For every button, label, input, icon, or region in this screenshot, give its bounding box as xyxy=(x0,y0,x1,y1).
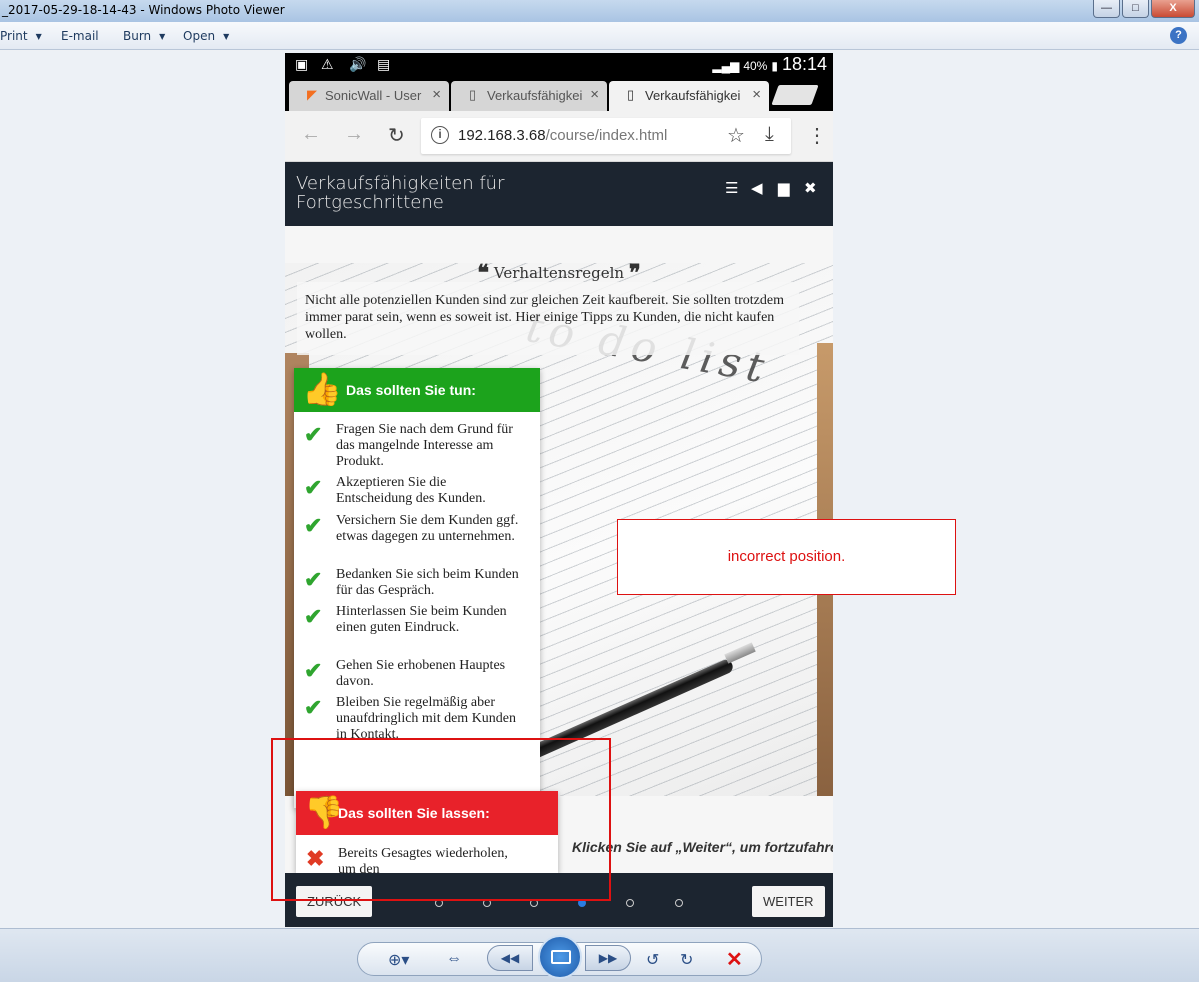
thumbs-up-icon: 👍 xyxy=(302,371,342,407)
list-item-text: Hinterlassen Sie beim Kunden einen guten… xyxy=(336,604,507,635)
tab-sonicwall[interactable]: ◤ SonicWall - User × xyxy=(289,81,449,111)
tab-verkauf-2[interactable]: ▯ Verkaufsfähigkei × xyxy=(609,81,769,111)
forward-arrow-icon[interactable]: → xyxy=(344,123,364,146)
checkmark-icon: ✔ xyxy=(304,567,323,592)
download-icon[interactable]: ⤓ xyxy=(765,123,774,146)
slideshow-button[interactable] xyxy=(538,935,582,979)
battery-level: 40% xyxy=(743,59,768,73)
window-title-bar: _2017-05-29-18-14-43 - Windows Photo Vie… xyxy=(0,0,1199,22)
course-header: Verkaufsfähigkeiten für Fortgeschrittene… xyxy=(285,162,833,226)
checkmark-icon: ✔ xyxy=(304,604,323,629)
maximize-button[interactable]: □ xyxy=(1122,0,1149,18)
print-menu-label: Print xyxy=(0,29,28,43)
list-item-text: Akzeptieren Sie die Entscheidung des Kun… xyxy=(336,475,486,506)
print-menu[interactable]: Print ▼ xyxy=(0,29,42,43)
slide-title-text: Verhaltensregeln xyxy=(493,264,625,282)
overflow-menu-icon[interactable]: ⋮ xyxy=(807,123,827,148)
page-icon: ▯ xyxy=(627,87,635,102)
pen-tip-image xyxy=(724,642,756,664)
checkmark-icon: ✔ xyxy=(304,475,323,500)
rotate-right-icon[interactable]: ↻ xyxy=(680,950,693,970)
url-text: 192.168.3.68/course/index.html xyxy=(458,127,667,144)
page-icon: ▯ xyxy=(469,87,477,102)
burn-menu-label: Burn xyxy=(123,29,152,43)
menu-list-icon[interactable]: ☰ xyxy=(725,179,738,197)
browser-tabs: ◤ SonicWall - User × ▯ Verkaufsfähigkei … xyxy=(285,75,833,111)
sonicwall-favicon: ◤ xyxy=(307,87,317,102)
warning-icon: ⚠ xyxy=(321,56,334,72)
window-controls: — □ X xyxy=(1093,0,1195,18)
progress-dot[interactable] xyxy=(675,899,683,907)
continue-hint: Klicken Sie auf „Weiter“, um fortzufahre… xyxy=(572,839,833,855)
menu-bar: Print ▼ E-mail Burn ▼ Open ▼ ? xyxy=(0,22,1199,50)
new-tab-button[interactable] xyxy=(771,85,819,105)
do-list-title: Das sollten Sie tun: xyxy=(346,382,476,398)
progress-dot[interactable] xyxy=(626,899,634,907)
android-status-bar: ▣ ⚠ 🔊 ▤ ▂▄▆ 40% ▮ 18:14 xyxy=(285,53,833,75)
help-icon[interactable]: ? xyxy=(1170,27,1187,44)
viewer-toolbar: ⊕▾ ⇔ ↺ ↻ ◀◀ ▶▶ ✕ xyxy=(0,928,1199,982)
close-icon[interactable]: × xyxy=(590,86,599,103)
open-menu-label: Open xyxy=(183,29,216,43)
annotation-highlight-frame xyxy=(271,738,611,901)
back-arrow-icon[interactable]: ← xyxy=(301,123,321,146)
burn-menu[interactable]: Burn ▼ xyxy=(123,29,165,43)
address-bar: ← → ↻ i 192.168.3.68/course/index.html ☆… xyxy=(285,111,833,162)
chevron-down-icon: ▼ xyxy=(35,32,42,41)
list-item-text: Fragen Sie nach dem Grund für das mangel… xyxy=(336,422,513,469)
email-menu-label: E-mail xyxy=(61,29,99,43)
list-item-text: Versichern Sie dem Kunden ggf. etwas dag… xyxy=(336,513,519,544)
window-title: _2017-05-29-18-14-43 - Windows Photo Vie… xyxy=(2,3,285,17)
actual-size-icon[interactable]: ⇔ xyxy=(446,950,462,968)
delete-icon[interactable]: ✕ xyxy=(726,947,743,972)
gallery-icon: ▣ xyxy=(295,56,309,72)
star-icon[interactable]: ☆ xyxy=(727,123,745,148)
reload-icon[interactable]: ↻ xyxy=(388,123,405,148)
intro-box: Nicht alle potenziellen Kunden sind zur … xyxy=(297,282,799,355)
list-item-text: Gehen Sie erhobenen Hauptes davon. xyxy=(336,658,506,689)
annotation-callout: incorrect position. xyxy=(617,519,956,595)
checkmark-icon: ✔ xyxy=(304,695,323,720)
minimize-button[interactable]: — xyxy=(1093,0,1120,18)
info-icon[interactable]: i xyxy=(431,126,449,144)
url-field[interactable]: i 192.168.3.68/course/index.html ☆ ⤓ xyxy=(421,118,791,154)
checkmark-icon: ✔ xyxy=(304,658,323,683)
do-list-header: 👍 Das sollten Sie tun: xyxy=(294,368,540,412)
no-sim-icon: ▤ xyxy=(377,56,391,72)
list-item-text: Bleiben Sie regelmäßig aber unaufdringli… xyxy=(336,695,517,742)
tab-label: Verkaufsfähigkei xyxy=(487,88,583,103)
clock: 18:14 xyxy=(781,54,827,74)
signal-icon: ▂▄▆ xyxy=(712,59,740,73)
checkmark-icon: ✔ xyxy=(304,513,323,538)
chevron-down-icon: ▼ xyxy=(159,32,166,41)
audio-icon[interactable]: ◀ xyxy=(751,179,763,197)
next-image-button[interactable]: ▶▶ xyxy=(585,945,631,971)
close-course-icon[interactable]: ✖ xyxy=(804,179,817,197)
tab-label: Verkaufsfähigkei xyxy=(645,88,741,103)
chevron-down-icon: ▼ xyxy=(223,32,230,41)
next-button[interactable]: WEITER xyxy=(752,886,825,917)
rotate-left-icon[interactable]: ↺ xyxy=(646,950,659,970)
tab-verkauf-1[interactable]: ▯ Verkaufsfähigkei × xyxy=(451,81,607,111)
previous-image-button[interactable]: ◀◀ xyxy=(487,945,533,971)
close-window-button[interactable]: X xyxy=(1151,0,1195,18)
email-menu[interactable]: E-mail xyxy=(61,29,99,43)
tab-label: SonicWall - User xyxy=(325,88,422,103)
course-title: Verkaufsfähigkeiten für Fortgeschrittene xyxy=(296,173,505,213)
list-item-text: Bedanken Sie sich beim Kunden für das Ge… xyxy=(336,567,519,598)
intro-text: Nicht alle potenziellen Kunden sind zur … xyxy=(305,293,784,342)
status-right: ▂▄▆ 40% ▮ 18:14 xyxy=(712,54,827,75)
close-icon[interactable]: × xyxy=(432,86,441,103)
annotation-text: incorrect position. xyxy=(727,548,846,565)
url-host: 192.168.3.68 xyxy=(458,127,546,144)
open-menu[interactable]: Open ▼ xyxy=(183,29,229,43)
close-icon[interactable]: × xyxy=(752,86,761,103)
volume-icon: 🔊 xyxy=(349,56,367,72)
zoom-icon[interactable]: ⊕▾ xyxy=(388,950,409,970)
notes-icon[interactable]: ▆ xyxy=(778,179,790,197)
url-path: /course/index.html xyxy=(545,127,668,144)
checkmark-icon: ✔ xyxy=(304,422,323,447)
battery-icon: ▮ xyxy=(771,59,778,73)
slideshow-icon xyxy=(551,950,571,964)
